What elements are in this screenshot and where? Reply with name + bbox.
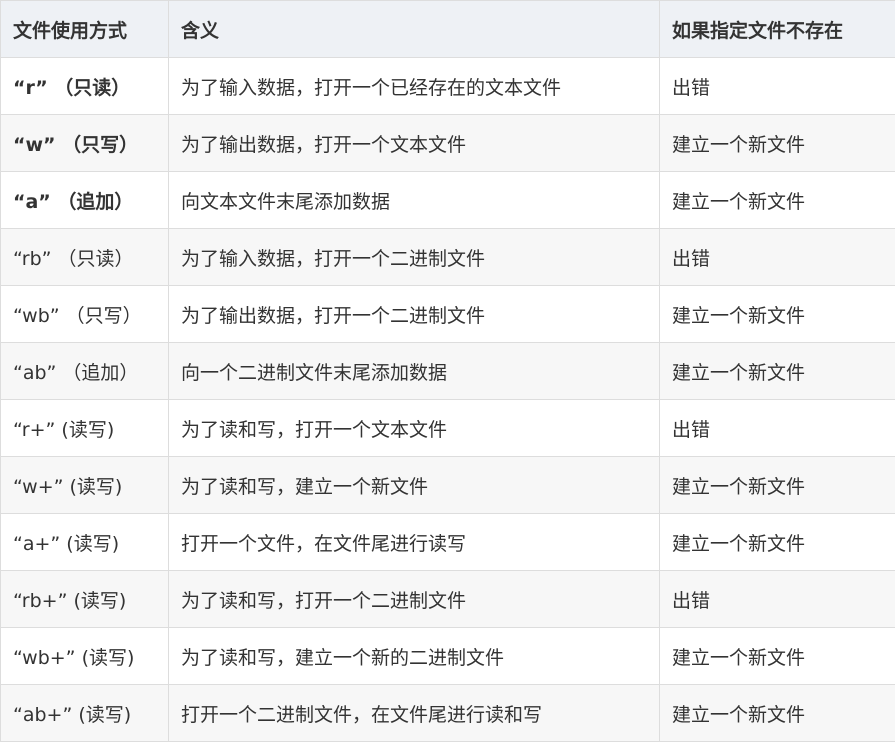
mode-cell: “rb+” (读写) bbox=[0, 570, 169, 628]
mode-cell: “wb” （只写） bbox=[0, 285, 169, 343]
if-missing-cell: 出错 bbox=[659, 570, 895, 628]
if-missing-cell: 出错 bbox=[659, 399, 895, 457]
meaning-cell: 向文本文件末尾添加数据 bbox=[168, 171, 660, 229]
mode-cell: “r+” (读写) bbox=[0, 399, 169, 457]
if-missing-cell: 建立一个新文件 bbox=[659, 285, 895, 343]
table-row: “ab+” (读写) 打开一个二进制文件，在文件尾进行读和写 建立一个新文件 bbox=[0, 684, 895, 742]
table-row: “w+” (读写) 为了读和写，建立一个新文件 建立一个新文件 bbox=[0, 456, 895, 514]
meaning-cell: 打开一个文件，在文件尾进行读写 bbox=[168, 513, 660, 571]
meaning-cell: 为了输出数据，打开一个文本文件 bbox=[168, 114, 660, 172]
file-mode-table: 文件使用方式 含义 如果指定文件不存在 “r” （只读） 为了输入数据，打开一个… bbox=[0, 0, 895, 742]
table-row: “a” （追加） 向文本文件末尾添加数据 建立一个新文件 bbox=[0, 171, 895, 229]
if-missing-cell: 建立一个新文件 bbox=[659, 627, 895, 685]
mode-cell: “w” （只写） bbox=[0, 114, 169, 172]
if-missing-cell: 出错 bbox=[659, 228, 895, 286]
table-row: “r” （只读） 为了输入数据，打开一个已经存在的文本文件 出错 bbox=[0, 57, 895, 115]
table-row: “rb” （只读） 为了输入数据，打开一个二进制文件 出错 bbox=[0, 228, 895, 286]
table-body: “r” （只读） 为了输入数据，打开一个已经存在的文本文件 出错 “w” （只写… bbox=[0, 57, 895, 742]
if-missing-cell: 建立一个新文件 bbox=[659, 513, 895, 571]
mode-cell: “ab” （追加） bbox=[0, 342, 169, 400]
meaning-cell: 打开一个二进制文件，在文件尾进行读和写 bbox=[168, 684, 660, 742]
meaning-cell: 为了读和写，建立一个新的二进制文件 bbox=[168, 627, 660, 685]
meaning-cell: 为了输出数据，打开一个二进制文件 bbox=[168, 285, 660, 343]
mode-cell: “rb” （只读） bbox=[0, 228, 169, 286]
meaning-cell: 为了读和写，建立一个新文件 bbox=[168, 456, 660, 514]
meaning-cell: 向一个二进制文件末尾添加数据 bbox=[168, 342, 660, 400]
header-row: 文件使用方式 含义 如果指定文件不存在 bbox=[0, 0, 895, 58]
meaning-cell: 为了输入数据，打开一个已经存在的文本文件 bbox=[168, 57, 660, 115]
if-missing-cell: 出错 bbox=[659, 57, 895, 115]
meaning-cell: 为了读和写，打开一个文本文件 bbox=[168, 399, 660, 457]
table-row: “r+” (读写) 为了读和写，打开一个文本文件 出错 bbox=[0, 399, 895, 457]
mode-cell: “w+” (读写) bbox=[0, 456, 169, 514]
table-row: “wb+” (读写) 为了读和写，建立一个新的二进制文件 建立一个新文件 bbox=[0, 627, 895, 685]
if-missing-cell: 建立一个新文件 bbox=[659, 456, 895, 514]
header-if-missing: 如果指定文件不存在 bbox=[659, 0, 895, 58]
mode-cell: “r” （只读） bbox=[0, 57, 169, 115]
header-mode: 文件使用方式 bbox=[0, 0, 169, 58]
mode-cell: “a+” (读写) bbox=[0, 513, 169, 571]
table-row: “ab” （追加） 向一个二进制文件末尾添加数据 建立一个新文件 bbox=[0, 342, 895, 400]
if-missing-cell: 建立一个新文件 bbox=[659, 342, 895, 400]
meaning-cell: 为了输入数据，打开一个二进制文件 bbox=[168, 228, 660, 286]
table-row: “a+” (读写) 打开一个文件，在文件尾进行读写 建立一个新文件 bbox=[0, 513, 895, 571]
if-missing-cell: 建立一个新文件 bbox=[659, 114, 895, 172]
if-missing-cell: 建立一个新文件 bbox=[659, 171, 895, 229]
table-row: “w” （只写） 为了输出数据，打开一个文本文件 建立一个新文件 bbox=[0, 114, 895, 172]
meaning-cell: 为了读和写，打开一个二进制文件 bbox=[168, 570, 660, 628]
if-missing-cell: 建立一个新文件 bbox=[659, 684, 895, 742]
table-header: 文件使用方式 含义 如果指定文件不存在 bbox=[0, 0, 895, 58]
mode-cell: “a” （追加） bbox=[0, 171, 169, 229]
table-row: “rb+” (读写) 为了读和写，打开一个二进制文件 出错 bbox=[0, 570, 895, 628]
header-meaning: 含义 bbox=[168, 0, 660, 58]
table-row: “wb” （只写） 为了输出数据，打开一个二进制文件 建立一个新文件 bbox=[0, 285, 895, 343]
mode-cell: “wb+” (读写) bbox=[0, 627, 169, 685]
mode-cell: “ab+” (读写) bbox=[0, 684, 169, 742]
